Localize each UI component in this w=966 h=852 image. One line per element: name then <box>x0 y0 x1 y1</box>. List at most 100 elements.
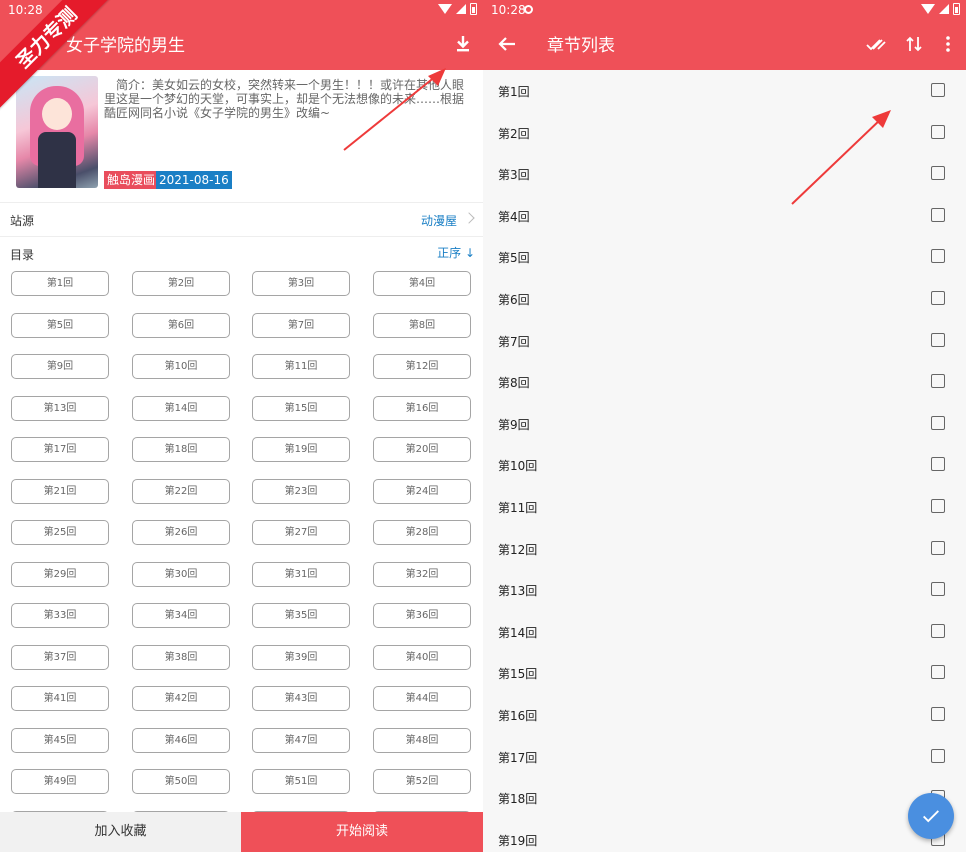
chapter-button[interactable]: 第35回 <box>252 603 350 628</box>
chapter-button[interactable]: 第23回 <box>252 478 350 504</box>
chapter-checkbox[interactable] <box>931 499 945 513</box>
chapter-button[interactable]: 第21回 <box>11 478 109 504</box>
sort-icon[interactable] <box>902 32 926 56</box>
chapter-button[interactable]: 第8回 <box>373 312 471 338</box>
chapter-button[interactable]: 第15回 <box>252 395 350 421</box>
chapter-button[interactable]: 第20回 <box>373 437 471 462</box>
chapter-button[interactable]: 第7回 <box>252 312 350 338</box>
select-all-icon[interactable] <box>864 32 888 56</box>
chapter-list-item[interactable]: 第6回 <box>483 278 966 320</box>
chapter-button[interactable]: 第47回 <box>252 727 350 753</box>
chapter-checkbox[interactable] <box>931 249 945 264</box>
chapter-button[interactable]: 第31回 <box>252 561 350 587</box>
chapter-checkbox[interactable] <box>931 748 945 763</box>
chapter-button[interactable]: 第14回 <box>132 395 230 421</box>
chapter-button[interactable]: 第10回 <box>132 354 230 379</box>
chapter-button[interactable]: 第4回 <box>373 271 471 296</box>
chapter-list-item[interactable]: 第19回 <box>483 819 966 852</box>
chapter-button[interactable]: 第29回 <box>11 561 109 587</box>
chapter-button[interactable]: 第13回 <box>11 395 109 421</box>
chapter-list-item-label: 第12回 <box>498 542 538 557</box>
chapter-list-item[interactable]: 第9回 <box>483 403 966 445</box>
confirm-fab[interactable] <box>908 793 954 839</box>
chapter-button[interactable]: 第22回 <box>132 478 230 504</box>
chapter-button[interactable]: 第44回 <box>373 686 471 711</box>
chapter-list-item[interactable]: 第15回 <box>483 652 966 694</box>
chapter-checkbox[interactable] <box>931 124 945 139</box>
chapter-button[interactable]: 第36回 <box>373 603 471 628</box>
chapter-button[interactable]: 第46回 <box>132 727 230 753</box>
chapter-button[interactable]: 第50回 <box>132 769 230 794</box>
chapter-list-item[interactable]: 第13回 <box>483 569 966 611</box>
chapter-list-item[interactable]: 第1回 <box>483 70 966 112</box>
chapter-list-item[interactable]: 第4回 <box>483 195 966 237</box>
chapter-checkbox[interactable] <box>931 623 945 638</box>
chapter-button[interactable]: 第2回 <box>132 271 230 296</box>
more-options-icon[interactable] <box>936 32 960 56</box>
chapter-checkbox[interactable] <box>931 291 945 305</box>
back-arrow-icon[interactable] <box>495 32 519 56</box>
chapter-list-item[interactable]: 第18回 <box>483 777 966 819</box>
chapter-button[interactable]: 第30回 <box>132 561 230 587</box>
chapter-list-item[interactable]: 第8回 <box>483 361 966 403</box>
chapter-button[interactable]: 第3回 <box>252 271 350 296</box>
chapter-button[interactable]: 第1回 <box>11 271 109 296</box>
chapter-button[interactable]: 第39回 <box>252 644 350 670</box>
chapter-checkbox[interactable] <box>931 83 945 97</box>
chapter-button[interactable]: 第16回 <box>373 395 471 421</box>
chapter-button[interactable]: 第6回 <box>132 312 230 338</box>
chapter-button[interactable]: 第45回 <box>11 727 109 753</box>
chapter-list-item[interactable]: 第10回 <box>483 444 966 486</box>
site-source-row[interactable]: 站源 动漫屋 <box>0 202 483 236</box>
chapter-button[interactable]: 第49回 <box>11 769 109 794</box>
chapter-button[interactable]: 第27回 <box>252 520 350 545</box>
cover-image[interactable] <box>16 76 98 188</box>
chapter-list-item[interactable]: 第14回 <box>483 611 966 653</box>
chapter-button[interactable]: 第18回 <box>132 437 230 462</box>
chapter-list-item[interactable]: 第17回 <box>483 736 966 778</box>
chapter-button[interactable]: 第40回 <box>373 644 471 670</box>
start-reading-button[interactable]: 开始阅读 <box>241 812 483 852</box>
chapter-checkbox[interactable] <box>931 207 945 222</box>
chapter-button[interactable]: 第12回 <box>373 354 471 379</box>
chapter-button[interactable]: 第26回 <box>132 520 230 545</box>
chapter-button[interactable]: 第52回 <box>373 769 471 794</box>
chapter-button[interactable]: 第17回 <box>11 437 109 462</box>
chapter-button[interactable]: 第25回 <box>11 520 109 545</box>
chapter-button[interactable]: 第42回 <box>132 686 230 711</box>
chapter-checkbox[interactable] <box>931 707 945 721</box>
chapter-list-item[interactable]: 第2回 <box>483 112 966 154</box>
chapter-button[interactable]: 第19回 <box>252 437 350 462</box>
chapter-checkbox[interactable] <box>931 457 945 472</box>
chapter-checkbox[interactable] <box>931 665 945 680</box>
chapter-button[interactable]: 第51回 <box>252 769 350 794</box>
download-icon[interactable] <box>451 32 475 56</box>
chapter-button[interactable]: 第38回 <box>132 644 230 670</box>
chapter-button[interactable]: 第5回 <box>11 312 109 338</box>
chapter-checkbox[interactable] <box>931 540 945 555</box>
chapter-list-item[interactable]: 第12回 <box>483 528 966 570</box>
chapter-button[interactable]: 第41回 <box>11 686 109 711</box>
chapter-checkbox[interactable] <box>931 166 945 181</box>
sort-order-toggle[interactable]: 正序 ↓ <box>437 244 475 261</box>
chapter-button[interactable]: 第32回 <box>373 561 471 587</box>
chapter-checkbox[interactable] <box>931 374 945 389</box>
chapter-list-item[interactable]: 第11回 <box>483 486 966 528</box>
chapter-button[interactable]: 第9回 <box>11 354 109 379</box>
chapter-checkbox[interactable] <box>931 582 945 597</box>
chapter-checkbox[interactable] <box>931 332 945 347</box>
chapter-list-item[interactable]: 第5回 <box>483 236 966 278</box>
chapter-list-item[interactable]: 第3回 <box>483 153 966 195</box>
chapter-list-item[interactable]: 第7回 <box>483 320 966 362</box>
chapter-button[interactable]: 第34回 <box>132 603 230 628</box>
chapter-button[interactable]: 第48回 <box>373 727 471 753</box>
chapter-list-item[interactable]: 第16回 <box>483 694 966 736</box>
chapter-button[interactable]: 第11回 <box>252 354 350 379</box>
chapter-button[interactable]: 第24回 <box>373 478 471 504</box>
chapter-button[interactable]: 第33回 <box>11 603 109 628</box>
chapter-button[interactable]: 第43回 <box>252 686 350 711</box>
chapter-checkbox[interactable] <box>931 415 945 430</box>
chapter-button[interactable]: 第37回 <box>11 644 109 670</box>
add-favorite-button[interactable]: 加入收藏 <box>0 812 241 852</box>
chapter-button[interactable]: 第28回 <box>373 520 471 545</box>
